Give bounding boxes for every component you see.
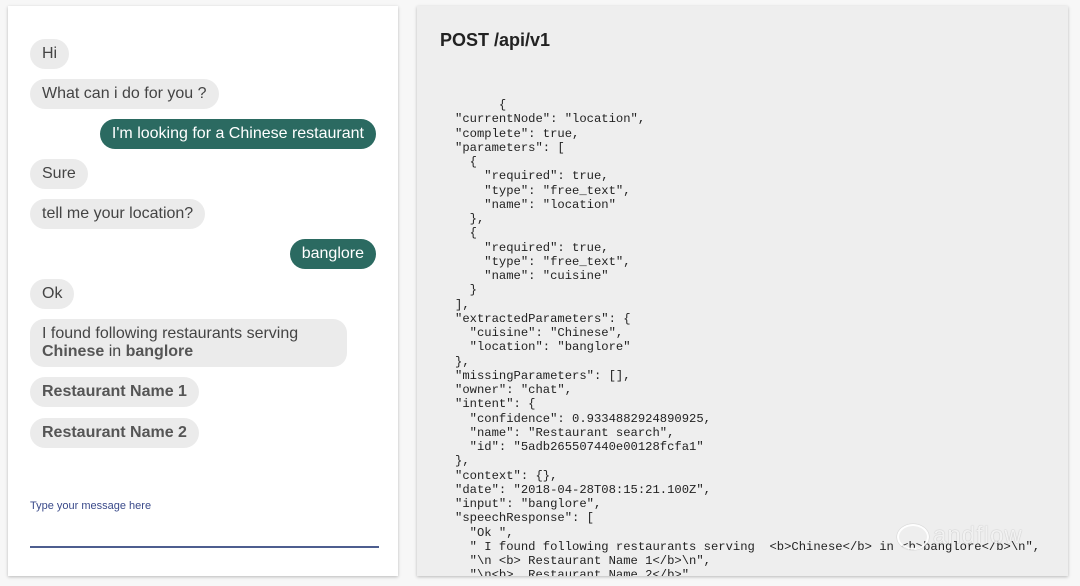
json-line: "owner": "chat",	[455, 383, 573, 397]
json-line: "speechResponse": [	[455, 511, 594, 526]
json-line: "\n<b> Restaurant Name 2</b>"	[455, 568, 690, 576]
user-message: banglore	[289, 239, 376, 269]
json-line: "Ok ",	[469, 525, 514, 540]
json-line: },	[469, 212, 485, 226]
api-response-json: { "currentNode": "location", "complete":…	[455, 98, 1040, 576]
json-line: },	[455, 354, 470, 369]
bot-message-results: I found following restaurants serving Ch…	[30, 319, 347, 367]
watermark: andflow	[897, 522, 1023, 550]
json-line: "extractedParameters": {	[455, 311, 631, 326]
json-line: "complete": true,	[455, 126, 580, 141]
api-endpoint-title: POST /api/v1	[440, 30, 551, 50]
json-line: "intent": {	[455, 397, 536, 412]
in-text: in	[108, 343, 122, 360]
chat-panel: Hi What can i do for you ? I'm looking f…	[8, 6, 398, 576]
json-line: "type": "free_text",	[484, 183, 631, 198]
json-line: {	[498, 98, 507, 112]
user-message: I'm looking for a Chinese restaurant	[99, 119, 376, 149]
json-line: "date": "2018-04-28T08:15:21.100Z",	[455, 482, 711, 497]
json-line: "parameters": [	[455, 140, 565, 155]
api-response-panel: POST /api/v1 { "currentNode": "location"…	[417, 6, 1068, 576]
json-line: "type": "free_text",	[484, 254, 631, 269]
cuisine-value: Chinese	[42, 343, 105, 360]
restaurant-result[interactable]: Restaurant Name 1	[30, 377, 199, 407]
json-line: ],	[455, 297, 470, 312]
bot-message: tell me your location?	[30, 199, 206, 229]
watermark-text: andflow	[933, 522, 1023, 549]
json-line: {	[469, 155, 477, 169]
json-line: "\n <b> Restaurant Name 1</b>\n",	[469, 554, 711, 568]
bot-message: Ok	[30, 279, 75, 309]
json-line: "confidence": 0.9334882924890925,	[469, 411, 711, 426]
json-line: "required": true,	[484, 240, 609, 255]
json-line: "location": "banglore"	[469, 340, 631, 355]
wechat-icon	[897, 523, 929, 550]
json-line: "id": "5adb265507440e00128fcfa1"	[469, 440, 704, 454]
json-line: "required": true,	[484, 169, 609, 184]
json-line: "cuisine": "Chinese",	[469, 326, 624, 340]
message-input-label: Type your message here	[30, 500, 152, 512]
results-intro-text: I found following restaurants serving	[42, 325, 299, 342]
json-line: },	[455, 454, 470, 469]
bot-message: Sure	[30, 159, 88, 189]
json-line: "context": {},	[455, 468, 558, 483]
location-value: banglore	[125, 343, 194, 360]
json-line: "currentNode": "location",	[455, 112, 646, 127]
message-input[interactable]	[30, 518, 379, 548]
json-line: "name": "Restaurant search",	[469, 425, 675, 440]
json-line: {	[469, 226, 477, 241]
bot-message: What can i do for you ?	[30, 79, 219, 109]
json-line: "name": "cuisine"	[484, 269, 609, 283]
bot-message: Hi	[30, 39, 70, 69]
restaurant-result[interactable]: Restaurant Name 2	[30, 418, 199, 448]
json-line: "missingParameters": [],	[455, 368, 631, 383]
json-line: "input": "banglore",	[455, 497, 602, 511]
json-line: }	[469, 283, 477, 298]
json-line: "name": "location"	[484, 197, 616, 212]
